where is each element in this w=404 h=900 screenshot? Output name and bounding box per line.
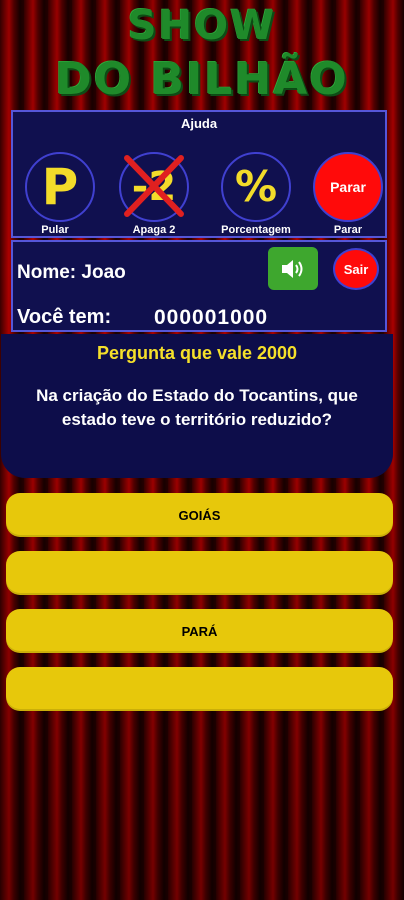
- player-name: Nome: Joao: [17, 262, 126, 283]
- sound-toggle-button[interactable]: [268, 247, 318, 290]
- crossed-out-icon: [124, 155, 184, 217]
- question-card: Pergunta que vale 2000 Na criação do Est…: [1, 334, 393, 478]
- remove-two-label: Apaga 2: [132, 224, 176, 236]
- percent-icon: %: [234, 162, 278, 211]
- percentage-button[interactable]: %: [221, 152, 291, 222]
- help-panel: Ajuda P Pular -2 Apaga 2 % Porcentagem P…: [11, 110, 387, 238]
- stop-button[interactable]: Parar: [313, 152, 383, 222]
- answer-option-2[interactable]: [6, 551, 393, 595]
- answer-option-4[interactable]: [6, 667, 393, 711]
- skip-button[interactable]: P: [25, 152, 95, 222]
- money-value: 000001000: [154, 306, 269, 329]
- help-title: Ajuda: [180, 116, 218, 131]
- question-text: Na criação do Estado do Tocantins, que e…: [36, 386, 358, 429]
- stop-button-text: Parar: [330, 179, 366, 195]
- remove-two-button[interactable]: -2: [119, 152, 189, 222]
- skip-label: Pular: [41, 224, 69, 236]
- exit-button[interactable]: Sair: [333, 248, 379, 290]
- speaker-icon: [282, 259, 303, 278]
- answer-option-3[interactable]: PARÁ: [6, 609, 393, 653]
- money-label: Você tem:: [17, 306, 112, 328]
- skip-icon: P: [41, 158, 79, 216]
- logo-line-2: DO BILHÃO: [55, 54, 349, 105]
- stop-label: Parar: [333, 224, 363, 236]
- logo-line-1: SHOW: [127, 3, 277, 49]
- player-info-panel: Nome: Joao Sair Você tem: 000001000: [11, 240, 387, 332]
- percentage-label: Porcentagem: [221, 224, 291, 236]
- answer-option-1[interactable]: GOIÁS: [6, 493, 393, 537]
- question-value: Pergunta que vale 2000: [96, 343, 298, 363]
